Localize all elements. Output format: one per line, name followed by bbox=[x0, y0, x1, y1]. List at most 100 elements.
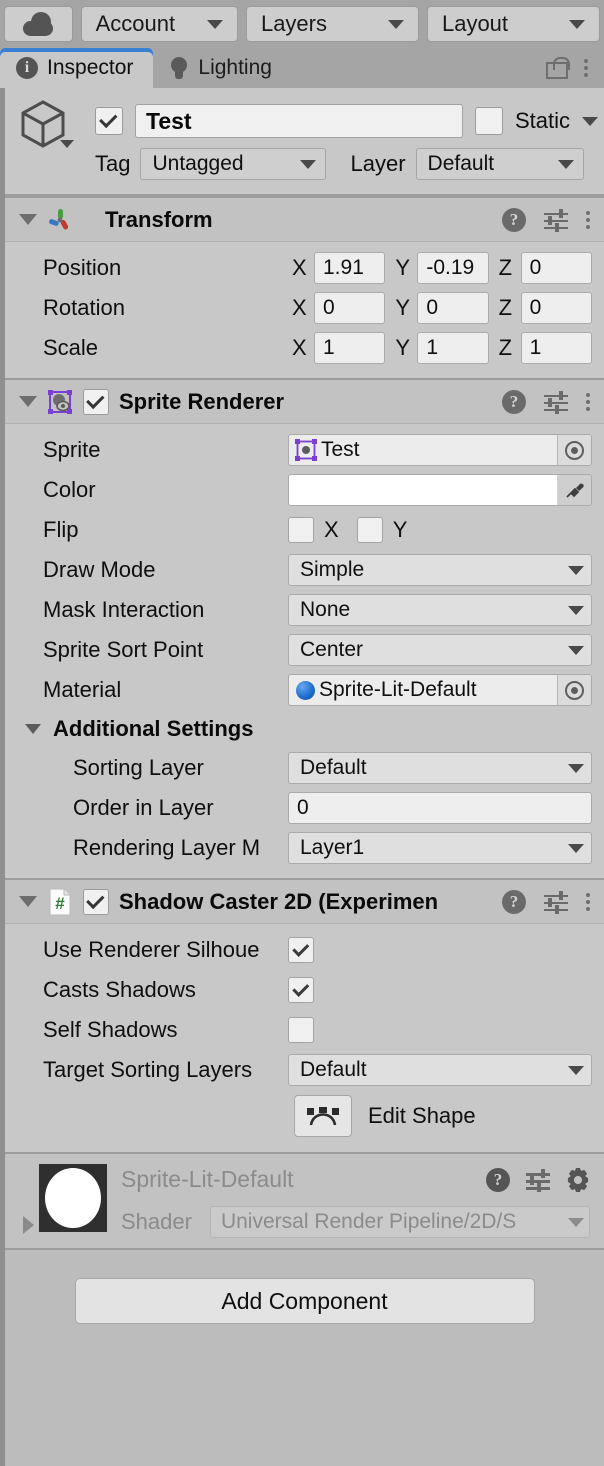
material-preview-tools: ? bbox=[486, 1168, 590, 1192]
cloud-icon bbox=[21, 12, 55, 36]
casts-shadows-cell bbox=[288, 977, 598, 1003]
scale-z-input[interactable]: 1 bbox=[520, 332, 592, 364]
sprite-picker-button[interactable] bbox=[557, 435, 591, 465]
order-in-layer-input[interactable]: 0 bbox=[288, 792, 592, 824]
foldout-triangle-icon[interactable] bbox=[19, 396, 37, 407]
edit-shape-button[interactable] bbox=[294, 1095, 352, 1137]
rendering-layer-mask-dropdown[interactable]: Layer1 bbox=[288, 832, 592, 864]
prefab-chevron-down-icon[interactable] bbox=[60, 140, 74, 148]
sprite-renderer-header[interactable]: Sprite Renderer ? bbox=[5, 380, 604, 424]
sprite-renderer-icon bbox=[48, 389, 72, 414]
axis-z-label: Z bbox=[498, 335, 513, 360]
casts-shadows-checkbox[interactable] bbox=[288, 977, 314, 1003]
light-bulb-icon bbox=[169, 57, 189, 79]
object-picker-icon bbox=[565, 680, 584, 700]
kebab-menu-icon[interactable] bbox=[586, 892, 590, 911]
rotation-y-input[interactable]: 0 bbox=[417, 292, 489, 324]
preset-icon[interactable] bbox=[544, 208, 568, 232]
draw-mode-dropdown[interactable]: Simple bbox=[288, 554, 592, 586]
foldout-triangle-icon[interactable] bbox=[25, 724, 41, 734]
rotation-z-input[interactable]: 0 bbox=[520, 292, 592, 324]
shader-label: Shader bbox=[121, 1209, 192, 1234]
sprite-label: Sprite bbox=[43, 437, 101, 462]
help-icon[interactable]: ? bbox=[502, 889, 526, 914]
kebab-menu-icon[interactable] bbox=[584, 59, 588, 77]
tab-lighting[interactable]: Lighting bbox=[153, 48, 292, 88]
add-component-button[interactable]: Add Component bbox=[74, 1278, 535, 1324]
flip-y-checkbox[interactable] bbox=[356, 517, 383, 543]
layer-dropdown[interactable]: Default bbox=[415, 148, 584, 180]
transform-body: Position X 1.91 Y -0.19 Z 0 Rotation X 0… bbox=[5, 242, 604, 378]
foldout-triangle-icon[interactable] bbox=[19, 214, 37, 225]
static-checkbox[interactable] bbox=[474, 107, 503, 135]
inspector-empty-area bbox=[5, 1352, 604, 1466]
help-icon[interactable]: ? bbox=[502, 389, 526, 414]
flip-x-checkbox[interactable] bbox=[288, 517, 314, 543]
layout-dropdown[interactable]: Layout bbox=[426, 6, 600, 42]
color-field[interactable] bbox=[288, 474, 592, 506]
mask-interaction-row: Mask Interaction None bbox=[11, 590, 598, 630]
chevron-down-icon bbox=[568, 1065, 584, 1075]
tab-inspector[interactable]: i Inspector bbox=[0, 48, 154, 88]
transform-gizmo-icon bbox=[48, 208, 69, 229]
kebab-menu-icon[interactable] bbox=[586, 210, 590, 229]
tag-dropdown[interactable]: Untagged bbox=[140, 148, 327, 180]
rotation-x-input[interactable]: 0 bbox=[314, 292, 386, 324]
scale-x-input[interactable]: 1 bbox=[314, 332, 386, 364]
draw-mode-row: Draw Mode Simple bbox=[11, 550, 598, 590]
target-sorting-layers-dropdown[interactable]: Default bbox=[288, 1054, 592, 1086]
shader-dropdown[interactable]: Universal Render Pipeline/2D/S bbox=[209, 1206, 590, 1238]
layers-dropdown[interactable]: Layers bbox=[245, 6, 419, 42]
additional-settings-foldout[interactable]: Additional Settings bbox=[11, 710, 598, 748]
position-x-input[interactable]: 1.91 bbox=[314, 252, 386, 284]
material-foldout-triangle-icon[interactable] bbox=[23, 1216, 34, 1234]
material-asset-icon bbox=[296, 680, 315, 700]
cloud-services-button[interactable] bbox=[4, 6, 73, 42]
sprite-object-field[interactable]: Test bbox=[288, 434, 592, 466]
scale-y-input[interactable]: 1 bbox=[417, 332, 489, 364]
transform-position-row: Position X 1.91 Y -0.19 Z 0 bbox=[11, 248, 598, 288]
unlocked-padlock-icon[interactable] bbox=[546, 57, 570, 79]
kebab-menu-icon[interactable] bbox=[586, 392, 590, 411]
sorting-layer-dropdown[interactable]: Default bbox=[288, 752, 592, 784]
eyedropper-button[interactable] bbox=[557, 475, 591, 505]
position-z-input[interactable]: 0 bbox=[520, 252, 592, 284]
gameobject-active-checkbox[interactable] bbox=[95, 107, 123, 135]
chevron-down-icon bbox=[568, 565, 584, 575]
rendering-layer-mask-row: Rendering Layer M Layer1 bbox=[11, 828, 598, 868]
preset-icon[interactable] bbox=[544, 390, 568, 414]
color-swatch[interactable] bbox=[289, 475, 557, 505]
position-y-input[interactable]: -0.19 bbox=[417, 252, 489, 284]
sprite-renderer-enabled-checkbox[interactable] bbox=[83, 388, 109, 415]
help-icon[interactable]: ? bbox=[486, 1168, 510, 1192]
rotation-label: Rotation bbox=[43, 295, 125, 320]
gameobject-name-input[interactable]: Test bbox=[135, 104, 463, 138]
preset-icon[interactable] bbox=[526, 1169, 550, 1192]
chevron-down-icon bbox=[568, 605, 584, 615]
mask-interaction-dropdown[interactable]: None bbox=[288, 594, 592, 626]
self-shadows-checkbox[interactable] bbox=[288, 1017, 314, 1043]
shadow-caster-2d-header[interactable]: # Shadow Caster 2D (Experimen ? bbox=[5, 880, 604, 924]
help-icon[interactable]: ? bbox=[502, 207, 526, 232]
use-renderer-silhouette-checkbox[interactable] bbox=[288, 937, 314, 963]
gear-icon[interactable] bbox=[566, 1168, 590, 1192]
preset-icon[interactable] bbox=[544, 890, 568, 914]
sprite-renderer-body: Sprite Test Color Flip X Y Draw Mode Sim… bbox=[5, 424, 604, 878]
chevron-down-icon bbox=[387, 19, 404, 29]
material-object-field[interactable]: Sprite-Lit-Default bbox=[288, 674, 592, 706]
static-label: Static bbox=[514, 108, 570, 133]
axis-x-label: X bbox=[292, 335, 307, 360]
static-chevron-down-icon[interactable] bbox=[582, 116, 598, 126]
foldout-triangle-icon[interactable] bbox=[19, 896, 37, 907]
use-renderer-silhouette-cell bbox=[288, 937, 598, 963]
material-picker-button[interactable] bbox=[557, 675, 591, 705]
casts-shadows-row: Casts Shadows bbox=[11, 970, 598, 1010]
axis-x-label: X bbox=[292, 295, 307, 320]
material-label: Material bbox=[43, 677, 122, 702]
flip-row: Flip X Y bbox=[11, 510, 598, 550]
rendering-layer-mask-label: Rendering Layer M bbox=[73, 835, 261, 860]
sprite-sort-point-dropdown[interactable]: Center bbox=[288, 634, 592, 666]
shadow-caster-2d-enabled-checkbox[interactable] bbox=[83, 888, 109, 915]
account-dropdown[interactable]: Account bbox=[80, 6, 238, 42]
transform-header[interactable]: Transform ? bbox=[5, 198, 604, 242]
